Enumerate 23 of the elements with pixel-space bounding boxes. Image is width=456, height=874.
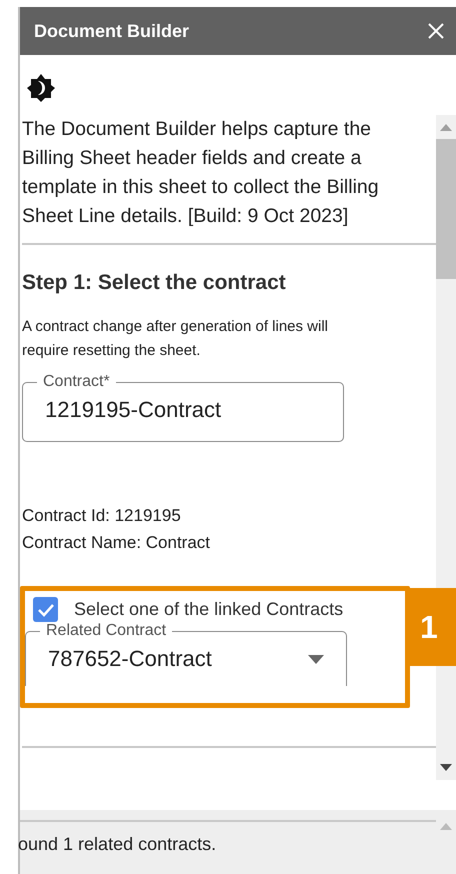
contract-info-text: Contract Id: 1219195 [22,505,182,527]
intro-text: The Document Builder helps capture the Billing Sheet header fields and create a template in this sheet to collect the Billing Sheet Line details. [Build: 9 Oct 2023] [22,117,380,229]
callout-marker: 1 [410,588,456,666]
step-heading: Step 1: Select the contract [22,271,287,295]
contract-field[interactable]: Contract* 1219195-Contract [22,373,344,442]
checkbox[interactable] [33,597,58,622]
caret-icon [308,654,324,664]
status-text: ound 1 related contracts. [18,834,218,855]
field-value: 787652-Contract [48,646,213,672]
scroll-thumb[interactable] [436,139,456,279]
check-icon [36,602,54,616]
field-label: Related Contract [45,622,168,640]
scroll-down-icon[interactable] [440,764,452,772]
field-value: 1219195-Contract [45,397,222,423]
close-icon[interactable] [426,21,446,41]
window-title: Document Builder [34,20,190,42]
field-label: Contract* [42,373,111,391]
step-note: A contract change after generation of lines will require resetting the sheet. [22,317,330,361]
contract-info-text: Contract Name: Contract [22,532,212,554]
brightness-icon[interactable] [26,73,56,103]
scroll-up-icon[interactable] [440,123,452,131]
checkbox-label: Select one of the linked Contracts [74,599,344,620]
related-contract-dropdown[interactable]: Related Contract 787652-Contract [25,622,347,686]
